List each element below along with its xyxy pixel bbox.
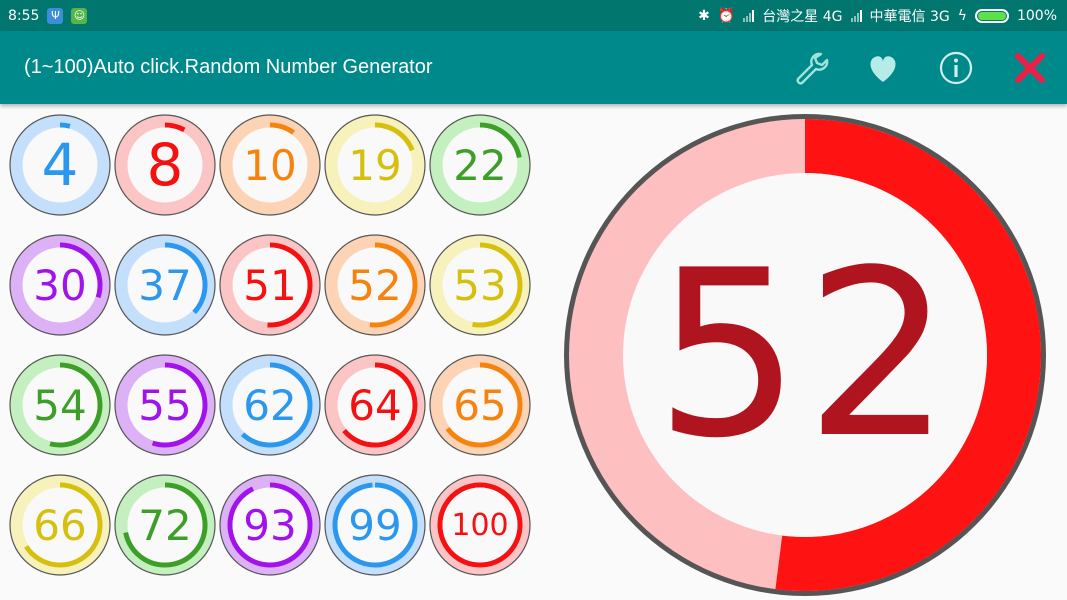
alarm-icon: ⏰ bbox=[717, 7, 736, 24]
number-ball[interactable]: 8 bbox=[114, 114, 216, 216]
info-icon bbox=[939, 51, 973, 85]
settings-button[interactable] bbox=[790, 47, 832, 89]
ball-number: 55 bbox=[138, 380, 192, 430]
ball-number: 52 bbox=[348, 260, 402, 310]
number-ball[interactable]: 37 bbox=[114, 234, 216, 336]
bluetooth-icon: ✱ bbox=[698, 7, 710, 24]
ball-number: 37 bbox=[138, 260, 192, 310]
current-number-ball[interactable]: 52 bbox=[562, 112, 1048, 598]
ball-number: 62 bbox=[243, 380, 297, 430]
ball-number: 10 bbox=[243, 140, 297, 190]
number-ball[interactable]: 66 bbox=[9, 474, 111, 576]
ball-number: 51 bbox=[243, 260, 297, 310]
number-ball[interactable]: 52 bbox=[324, 234, 426, 336]
battery-percent: 100% bbox=[1016, 7, 1057, 24]
ball-number: 22 bbox=[453, 140, 507, 190]
status-bar: 8:55 Ψ ☺ ✱ ⏰ 台灣之星 4G 中華電信 3G ϟ 100% bbox=[0, 0, 1067, 31]
number-ball[interactable]: 54 bbox=[9, 354, 111, 456]
ball-number: 64 bbox=[348, 380, 402, 430]
signal-icon bbox=[743, 9, 755, 22]
heart-icon bbox=[870, 56, 896, 82]
signal-icon-2 bbox=[850, 9, 862, 22]
number-ball[interactable]: 72 bbox=[114, 474, 216, 576]
close-icon bbox=[1015, 53, 1045, 83]
ball-number: 4 bbox=[41, 131, 79, 199]
number-ball[interactable]: 65 bbox=[429, 354, 531, 456]
charging-icon: ϟ bbox=[957, 7, 967, 24]
info-button[interactable] bbox=[935, 47, 977, 89]
status-time: 8:55 bbox=[8, 7, 40, 24]
ball-number: 65 bbox=[453, 380, 507, 430]
number-ball[interactable]: 55 bbox=[114, 354, 216, 456]
number-ball[interactable]: 22 bbox=[429, 114, 531, 216]
ball-number: 100 bbox=[451, 507, 509, 543]
ball-number: 72 bbox=[138, 500, 192, 550]
ball-number: 19 bbox=[348, 140, 402, 190]
wrench-icon bbox=[796, 52, 829, 85]
usb-icon: Ψ bbox=[47, 7, 64, 24]
number-ball[interactable]: 4 bbox=[9, 114, 111, 216]
app-title: (1~100)Auto click.Random Number Generato… bbox=[24, 56, 433, 78]
favorite-button[interactable] bbox=[862, 47, 904, 89]
ball-number: 99 bbox=[348, 500, 402, 550]
carrier-1: 台灣之星 4G bbox=[762, 8, 843, 25]
ball-number: 8 bbox=[146, 131, 184, 199]
number-ball[interactable]: 51 bbox=[219, 234, 321, 336]
battery-icon bbox=[974, 8, 1009, 23]
number-ball[interactable]: 93 bbox=[219, 474, 321, 576]
number-ball[interactable]: 10 bbox=[219, 114, 321, 216]
ball-number: 54 bbox=[33, 380, 87, 430]
app-bar: (1~100)Auto click.Random Number Generato… bbox=[0, 31, 1067, 104]
number-ball[interactable]: 99 bbox=[324, 474, 426, 576]
number-ball[interactable]: 19 bbox=[324, 114, 426, 216]
carrier-2: 中華電信 3G bbox=[869, 8, 950, 25]
ball-number: 93 bbox=[243, 500, 297, 550]
number-ball[interactable]: 100 bbox=[429, 474, 531, 576]
number-ball[interactable]: 64 bbox=[324, 354, 426, 456]
ball-number: 30 bbox=[33, 260, 87, 310]
ball-number: 53 bbox=[453, 260, 507, 310]
ball-number: 66 bbox=[33, 500, 87, 550]
android-icon: ☺ bbox=[71, 7, 88, 24]
close-button[interactable] bbox=[1009, 47, 1051, 89]
number-ball[interactable]: 30 bbox=[9, 234, 111, 336]
number-ball[interactable]: 62 bbox=[219, 354, 321, 456]
number-ball[interactable]: 53 bbox=[429, 234, 531, 336]
current-number: 52 bbox=[654, 221, 956, 489]
